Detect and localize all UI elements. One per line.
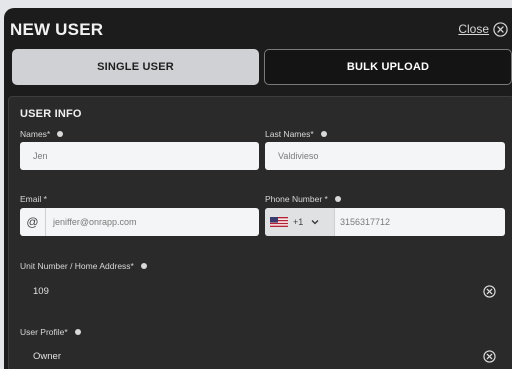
names-label: Names* xyxy=(20,129,64,139)
at-icon: @ xyxy=(20,208,46,236)
last-names-label: Last Names* xyxy=(265,129,327,139)
country-code: +1 xyxy=(293,217,304,227)
tab-bulk-upload[interactable]: BULK UPLOAD xyxy=(264,49,512,85)
last-names-field[interactable]: Valdivieso xyxy=(265,142,505,170)
email-label-text: Email * xyxy=(20,194,47,204)
us-flag-icon xyxy=(270,217,288,227)
address-label: Unit Number / Home Address* xyxy=(20,261,147,271)
names-label-text: Names* xyxy=(20,129,51,139)
user-info-section: USER INFO Names* Jen Last Names* Valdivi… xyxy=(8,96,512,369)
phone-field[interactable]: +1 3156317712 xyxy=(265,208,505,236)
new-user-modal: NEW USER Close SINGLE USER BULK UPLOAD U… xyxy=(4,8,512,369)
close-label[interactable]: Close xyxy=(458,22,489,36)
modal-title: NEW USER xyxy=(10,20,104,39)
profile-label-text: User Profile* xyxy=(20,327,68,337)
info-icon[interactable] xyxy=(334,196,341,202)
email-value[interactable]: jeniffer@onrapp.com xyxy=(46,217,137,227)
info-icon[interactable] xyxy=(140,263,147,269)
profile-label: User Profile* xyxy=(20,327,81,337)
section-title: USER INFO xyxy=(20,108,82,120)
names-field[interactable]: Jen xyxy=(20,142,259,170)
last-names-value[interactable]: Valdivieso xyxy=(265,151,318,161)
country-code-select[interactable]: +1 xyxy=(265,208,335,236)
email-field[interactable]: @ jeniffer@onrapp.com xyxy=(20,208,259,236)
info-icon[interactable] xyxy=(320,131,327,137)
phone-label-text: Phone Number * xyxy=(265,194,328,204)
names-value[interactable]: Jen xyxy=(20,151,48,161)
last-names-label-text: Last Names* xyxy=(265,129,314,139)
profile-value[interactable]: Owner xyxy=(33,351,61,362)
close-icon[interactable] xyxy=(493,21,508,37)
phone-value[interactable]: 3156317712 xyxy=(335,217,390,227)
clear-icon[interactable] xyxy=(483,350,496,363)
email-label: Email * xyxy=(20,194,47,204)
phone-label: Phone Number * xyxy=(265,194,341,204)
clear-icon[interactable] xyxy=(483,285,496,298)
info-icon[interactable] xyxy=(74,329,81,335)
address-label-text: Unit Number / Home Address* xyxy=(20,261,134,271)
tab-single-user[interactable]: SINGLE USER xyxy=(12,49,259,85)
chevron-down-icon xyxy=(311,220,319,225)
info-icon[interactable] xyxy=(57,131,64,137)
address-value[interactable]: 109 xyxy=(33,286,49,297)
close-button[interactable]: Close xyxy=(458,20,508,38)
